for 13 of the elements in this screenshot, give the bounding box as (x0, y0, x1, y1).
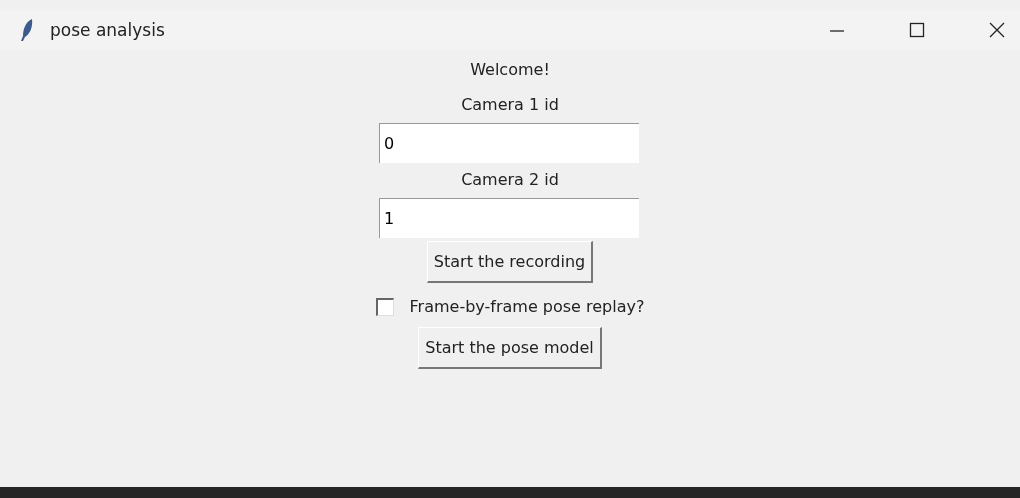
checkbox[interactable] (375, 297, 394, 316)
input-field[interactable]: 0 (379, 123, 639, 163)
maximize-icon[interactable] (908, 21, 926, 39)
label-text: Camera 1 id (461, 95, 559, 115)
input-field[interactable]: 1 (379, 198, 639, 238)
checkbox-label[interactable]: Frame-by-frame pose replay? (409, 297, 645, 316)
close-icon[interactable] (988, 21, 1006, 39)
action-button[interactable]: Start the recording (426, 241, 594, 283)
label-text: Camera 2 id (461, 170, 559, 190)
feather-icon (20, 18, 34, 42)
window-title: pose analysis (50, 20, 165, 40)
label-text: Welcome! (470, 60, 550, 80)
action-button[interactable]: Start the pose model (418, 327, 602, 369)
